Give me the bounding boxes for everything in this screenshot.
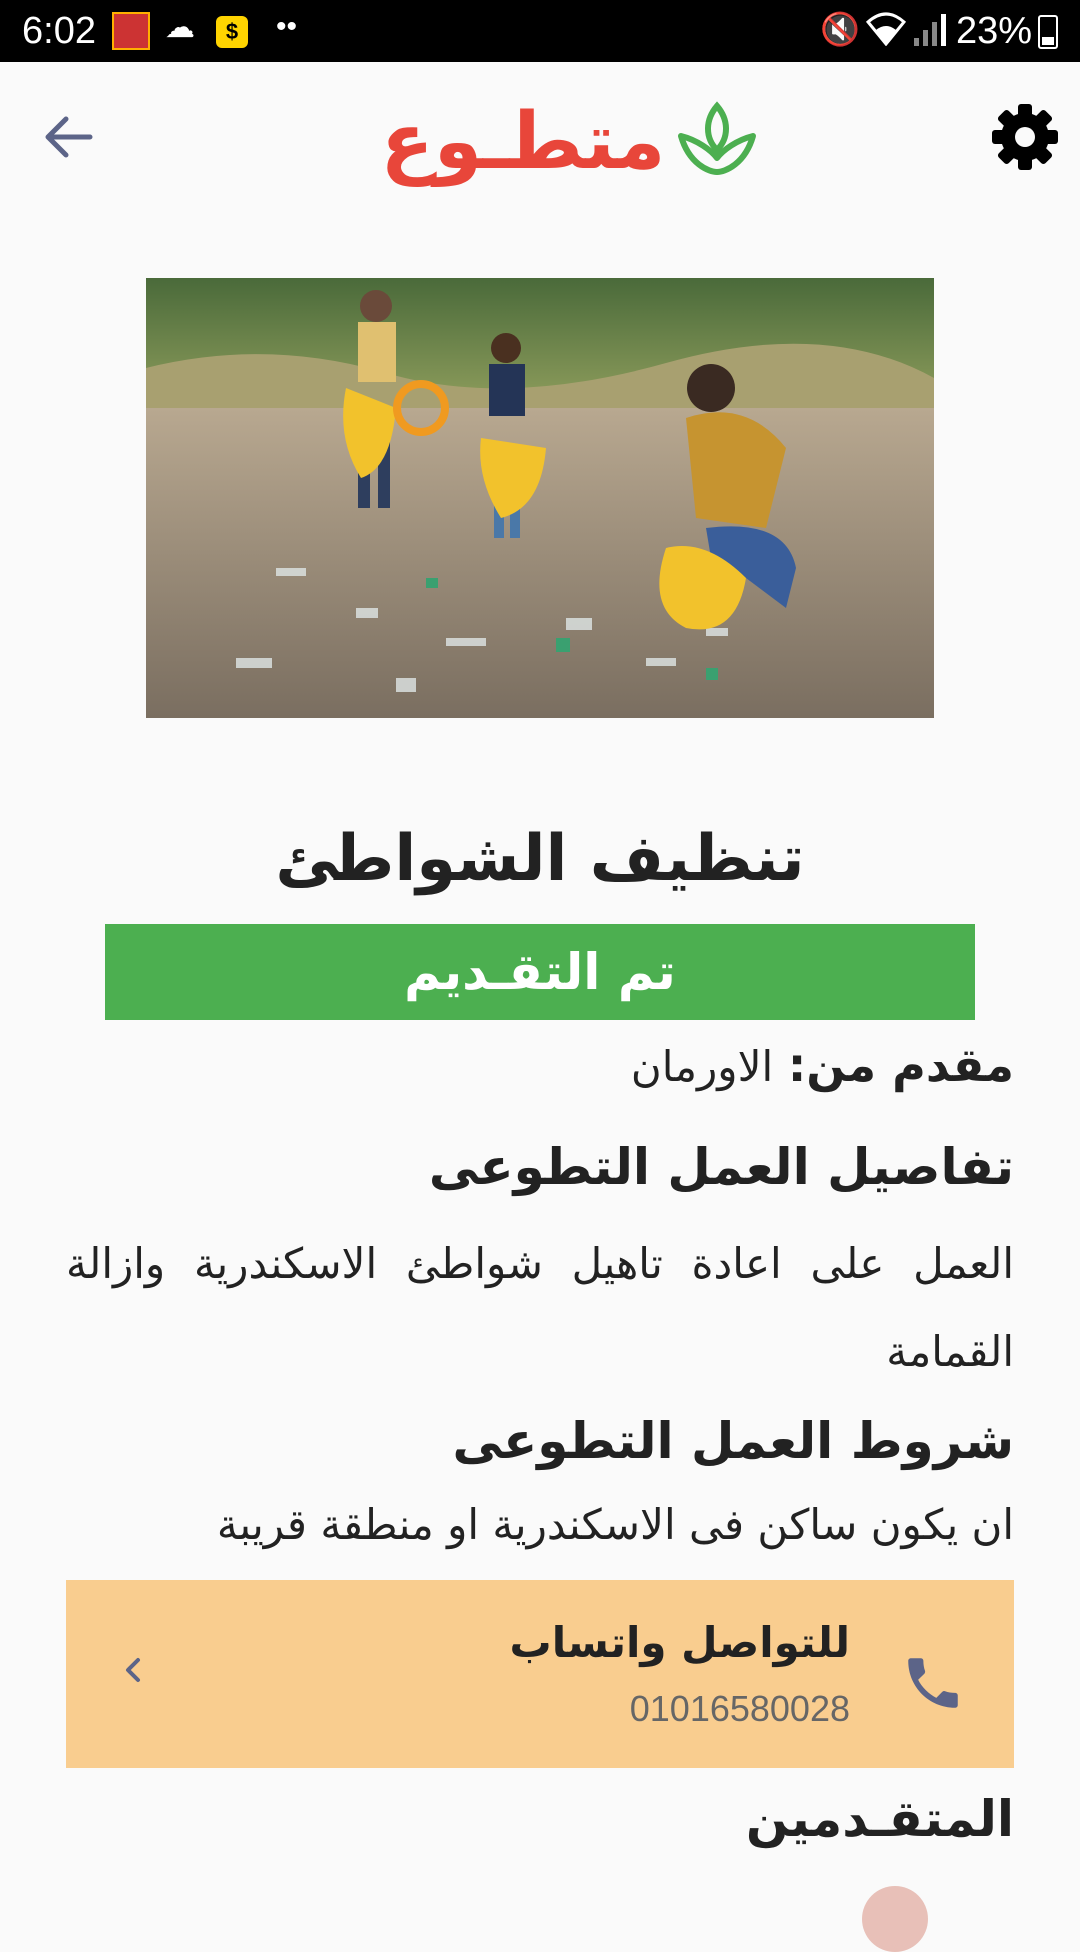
- leaf-logo-icon: [675, 98, 759, 186]
- money-app-icon: $: [216, 16, 248, 48]
- details-text: العمل على اعادة تاهيل شواطئ الاسكندرية و…: [66, 1239, 1014, 1376]
- mute-icon: 🔇: [820, 11, 860, 47]
- app-bar: متطـوع: [0, 62, 1080, 212]
- conditions-heading: شروط العمل التطوعى: [452, 1412, 1015, 1470]
- battery-icon: [1038, 15, 1058, 49]
- chevron-left-icon[interactable]: [118, 1650, 148, 1690]
- weather-icon: ☁: [165, 11, 195, 44]
- applied-status-banner[interactable]: تم التقـديم: [105, 924, 975, 1020]
- more-notifications-icon: ••: [276, 10, 298, 43]
- logo-text: متطـوع: [380, 97, 666, 187]
- provider-row: مقدم من: الاورمان: [631, 1038, 1014, 1092]
- provider-label: مقدم من:: [787, 1038, 1014, 1092]
- applicant-avatar[interactable]: [862, 1886, 928, 1952]
- app-logo: متطـوع: [380, 92, 760, 192]
- app-notification-icon: [112, 12, 150, 50]
- provider-name: الاورمان: [630, 1042, 774, 1091]
- battery-percent: 23%: [956, 10, 1033, 52]
- back-arrow-icon[interactable]: [40, 107, 110, 167]
- phone-icon: [900, 1650, 966, 1716]
- status-bar: 6:02 ☁ $ •• 🔇 23%: [0, 0, 1080, 62]
- status-time: 6:02: [22, 10, 96, 52]
- applicants-heading: المتقـدمين: [745, 1790, 1014, 1848]
- opportunity-title: تنظيف الشواطئ: [275, 822, 805, 896]
- opportunity-photo: [146, 278, 934, 718]
- settings-gear-icon[interactable]: [990, 102, 1060, 172]
- conditions-text: ان يكون ساكن فى الاسكندرية او منطقة قريب…: [216, 1500, 1014, 1549]
- contact-label: للتواصل واتساب: [509, 1618, 850, 1667]
- wifi-icon: [865, 10, 907, 48]
- whatsapp-contact-card[interactable]: للتواصل واتساب 01016580028: [66, 1580, 1014, 1768]
- contact-phone-number: 01016580028: [629, 1688, 850, 1729]
- details-heading: تفاصيل العمل التطوعى: [428, 1138, 1014, 1196]
- signal-icon: [912, 12, 948, 50]
